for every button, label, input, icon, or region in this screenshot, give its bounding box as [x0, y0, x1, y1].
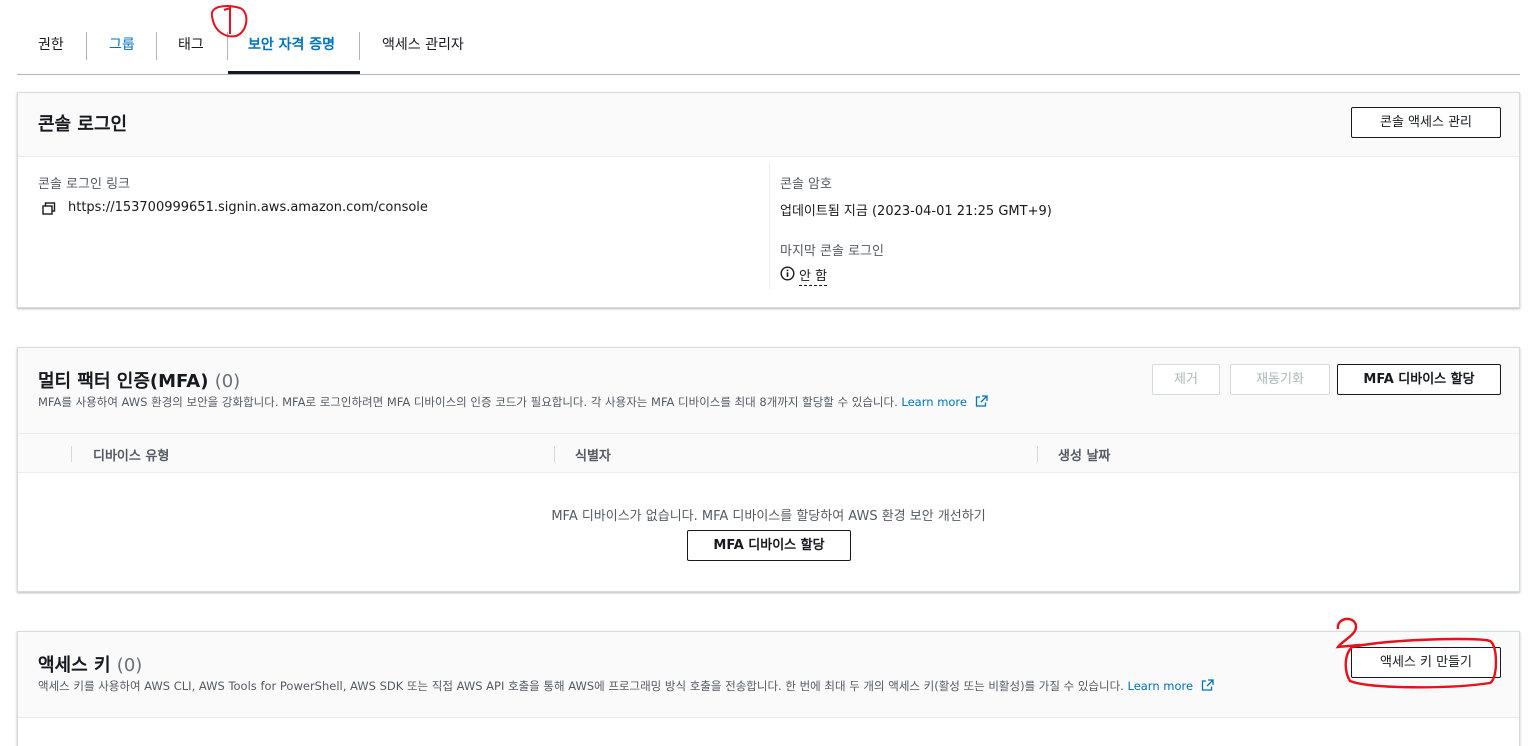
mfa-title: 멀티 팩터 인증(MFA) (0)	[38, 367, 240, 393]
tab-tags[interactable]: 태그	[178, 30, 204, 74]
access-keys-title-text: 액세스 키	[38, 655, 111, 676]
column-separator	[1037, 446, 1038, 462]
console-link-label: 콘솔 로그인 링크	[38, 177, 130, 192]
console-login-panel: 콘솔 로그인 콘솔 액세스 관리 콘솔 로그인 링크 https://15370…	[17, 92, 1520, 308]
mfa-header: 멀티 팩터 인증(MFA) (0) MFA를 사용하여 AWS 환경의 보안을 …	[18, 348, 1519, 434]
column-identifier[interactable]: 식별자	[575, 445, 611, 464]
access-keys-title: 액세스 키 (0)	[38, 651, 142, 677]
assign-mfa-device-button-empty[interactable]: MFA 디바이스 할당	[687, 530, 851, 561]
tab-permissions[interactable]: 권한	[38, 30, 64, 74]
console-password-label: 콘솔 암호	[780, 177, 832, 192]
column-created-date[interactable]: 생성 날짜	[1058, 445, 1110, 464]
column-device-type[interactable]: 디바이스 유형	[93, 445, 169, 464]
console-link-value[interactable]: https://153700999651.signin.aws.amazon.c…	[68, 200, 428, 215]
mfa-learn-more-link[interactable]: Learn more	[901, 395, 967, 409]
active-tab-indicator	[228, 71, 360, 74]
console-login-title: 콘솔 로그인	[38, 114, 128, 135]
tab-separator	[86, 32, 87, 60]
info-icon	[780, 266, 795, 285]
last-console-login-value[interactable]: 안 함	[799, 265, 828, 286]
access-keys-header: 액세스 키 (0) 액세스 키를 사용하여 AWS CLI, AWS Tools…	[18, 632, 1519, 718]
mfa-empty-message: MFA 디바이스가 없습니다. MFA 디바이스를 할당하여 AWS 환경 보안…	[551, 509, 986, 524]
mfa-panel: 멀티 팩터 인증(MFA) (0) MFA를 사용하여 AWS 환경의 보안을 …	[17, 347, 1520, 592]
tab-groups[interactable]: 그룹	[109, 30, 135, 74]
tab-separator	[227, 32, 228, 60]
last-console-login-label: 마지막 콘솔 로그인	[780, 244, 884, 259]
external-link-icon	[1201, 679, 1214, 694]
resync-button[interactable]: 재동기화	[1230, 364, 1330, 395]
access-keys-description: 액세스 키를 사용하여 AWS CLI, AWS Tools for Power…	[38, 678, 1214, 694]
column-separator	[71, 446, 72, 462]
column-separator	[554, 446, 555, 462]
console-password-value: 업데이트됨 지금 (2023-04-01 21:25 GMT+9)	[780, 204, 1052, 219]
tab-security-credentials[interactable]: 보안 자격 증명	[248, 30, 335, 74]
access-keys-panel: 액세스 키 (0) 액세스 키를 사용하여 AWS CLI, AWS Tools…	[17, 631, 1520, 746]
copy-icon[interactable]	[42, 202, 56, 220]
mfa-description: MFA를 사용하여 AWS 환경의 보안을 강화합니다. MFA로 로그인하려면…	[38, 394, 988, 410]
access-keys-count: (0)	[116, 655, 143, 676]
console-login-header: 콘솔 로그인 콘솔 액세스 관리	[18, 93, 1519, 157]
create-access-key-button[interactable]: 액세스 키 만들기	[1351, 647, 1501, 678]
external-link-icon	[975, 395, 988, 410]
remove-button[interactable]: 제거	[1152, 364, 1220, 395]
mfa-table-header: 디바이스 유형 식별자 생성 날짜	[18, 434, 1519, 473]
tab-separator	[359, 32, 360, 60]
mfa-title-text: 멀티 팩터 인증(MFA)	[38, 371, 209, 392]
assign-mfa-device-button[interactable]: MFA 디바이스 할당	[1337, 364, 1501, 395]
mfa-description-text: MFA를 사용하여 AWS 환경의 보안을 강화합니다. MFA로 로그인하려면…	[38, 395, 898, 409]
mfa-count: (0)	[214, 371, 241, 392]
column-divider	[769, 163, 770, 289]
manage-console-access-button[interactable]: 콘솔 액세스 관리	[1351, 107, 1501, 138]
tab-separator	[156, 32, 157, 60]
access-keys-description-text: 액세스 키를 사용하여 AWS CLI, AWS Tools for Power…	[38, 679, 1124, 693]
tab-bar: 권한 그룹 태그 보안 자격 증명 액세스 관리자	[17, 0, 1520, 75]
tab-access-advisor[interactable]: 액세스 관리자	[382, 30, 464, 74]
access-keys-learn-more-link[interactable]: Learn more	[1127, 679, 1193, 693]
